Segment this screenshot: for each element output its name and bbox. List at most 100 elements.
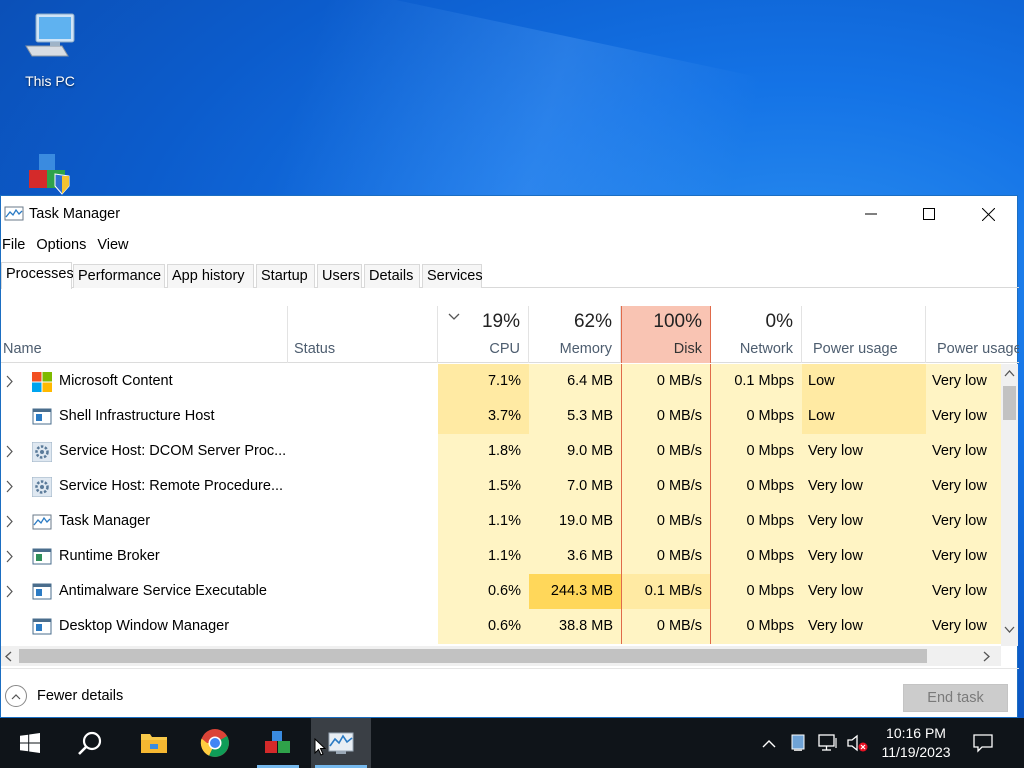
column-label-memory: Memory <box>559 341 612 357</box>
vertical-scrollbar[interactable] <box>1001 364 1018 646</box>
menu-bar: File Options View <box>1 234 139 258</box>
table-row[interactable]: Desktop Window Manager 0.6% 38.8 MB 0 MB… <box>1 609 1001 644</box>
table-row[interactable]: Service Host: Remote Procedure... 1.5% 7… <box>1 469 1001 504</box>
table-row[interactable]: Shell Infrastructure Host 3.7% 5.3 MB 0 … <box>1 399 1001 434</box>
table-row[interactable]: Microsoft Content 7.1% 6.4 MB 0 MB/s 0.1… <box>1 364 1001 399</box>
show-hidden-icons-button[interactable] <box>760 733 778 753</box>
scroll-up-arrow-icon[interactable] <box>1004 369 1015 377</box>
cpu-cell: 3.7% <box>438 399 529 434</box>
power-usage-cell: Low <box>802 364 926 399</box>
disk-total-percent: 100% <box>653 311 702 332</box>
tab-details[interactable]: Details <box>364 264 420 288</box>
tab-services[interactable]: Services <box>422 264 483 288</box>
table-row[interactable]: Runtime Broker 1.1% 3.6 MB 0 MB/s 0 Mbps… <box>1 539 1001 574</box>
network-icon <box>818 734 837 751</box>
horizontal-scrollbar-thumb[interactable] <box>19 649 927 663</box>
end-task-button[interactable]: End task <box>903 684 1008 712</box>
chevron-right-icon[interactable] <box>6 469 18 504</box>
column-header-memory[interactable]: 62% Memory <box>529 306 621 363</box>
action-center-button[interactable] <box>970 733 996 753</box>
disk-cell: 0 MB/s <box>621 609 711 644</box>
column-header-status[interactable]: Status <box>288 306 438 363</box>
vertical-scrollbar-thumb[interactable] <box>1003 386 1016 420</box>
cpu-cell: 1.8% <box>438 434 529 469</box>
memory-cell: 19.0 MB <box>529 504 621 539</box>
chevron-right-icon[interactable] <box>6 434 18 469</box>
network-cell: 0 Mbps <box>711 574 802 609</box>
search-button[interactable] <box>65 718 115 768</box>
minimize-button[interactable] <box>842 196 900 232</box>
process-name: Service Host: Remote Procedure... <box>59 478 284 494</box>
tab-startup[interactable]: Startup <box>256 264 315 288</box>
process-name-cell: Desktop Window Manager <box>1 609 286 644</box>
desktop-icon-app[interactable] <box>10 150 90 199</box>
network-cell: 0 Mbps <box>711 399 802 434</box>
tab-processes[interactable]: Processes <box>1 262 74 289</box>
volume-button[interactable] <box>846 733 868 753</box>
chevron-right-icon[interactable] <box>6 504 18 539</box>
start-button[interactable] <box>5 718 55 768</box>
tab-strip: Processes Performance App history Startu… <box>1 262 1019 289</box>
column-header-name[interactable]: Name <box>1 306 288 363</box>
taskbar-file-explorer[interactable] <box>129 718 179 768</box>
scroll-right-arrow-icon[interactable] <box>983 651 991 662</box>
network-total-percent: 0% <box>765 311 793 332</box>
network-cell: 0 Mbps <box>711 434 802 469</box>
chevron-right-icon[interactable] <box>6 364 18 399</box>
horizontal-scrollbar[interactable] <box>1 646 1001 666</box>
taskbar-chrome[interactable] <box>190 718 240 768</box>
file-explorer-icon <box>141 734 167 753</box>
menu-view[interactable]: View <box>96 234 134 258</box>
column-label-disk: Disk <box>673 341 702 357</box>
power-usage-cell: Very low <box>802 539 926 574</box>
disk-cell: 0 MB/s <box>621 434 711 469</box>
network-cell: 0 Mbps <box>711 539 802 574</box>
chevron-right-icon[interactable] <box>6 574 18 609</box>
scroll-left-arrow-icon[interactable] <box>4 651 12 662</box>
column-header-power-usage[interactable]: Power usage <box>802 306 926 363</box>
close-button[interactable] <box>959 196 1017 232</box>
title-bar[interactable]: Task Manager <box>1 196 1017 232</box>
tab-users[interactable]: Users <box>317 264 362 288</box>
cpu-cell: 0.6% <box>438 574 529 609</box>
close-icon <box>981 207 995 221</box>
table-row[interactable]: Service Host: DCOM Server Proc... 1.8% 9… <box>1 434 1001 469</box>
desktop-icon-this-pc[interactable]: This PC <box>10 12 90 89</box>
tab-app-history[interactable]: App history <box>167 264 254 288</box>
menu-options[interactable]: Options <box>35 234 92 258</box>
chevron-up-icon <box>762 739 776 747</box>
tray-app-button[interactable] <box>789 733 807 753</box>
column-label-network: Network <box>739 341 793 357</box>
fewer-details-button[interactable]: Fewer details <box>5 685 123 707</box>
network-cell: 0 Mbps <box>711 469 802 504</box>
clock-time: 10:16 PM <box>886 725 946 741</box>
power-trend-cell: Very low <box>926 539 1001 574</box>
cpu-cell: 7.1% <box>438 364 529 399</box>
menu-file[interactable]: File <box>1 234 31 258</box>
minimize-icon <box>865 213 877 215</box>
scroll-down-arrow-icon[interactable] <box>1004 626 1015 634</box>
tab-performance[interactable]: Performance <box>73 264 165 288</box>
disk-cell: 0 MB/s <box>621 469 711 504</box>
task-manager-icon <box>32 514 52 530</box>
column-header-network[interactable]: 0% Network <box>711 306 802 363</box>
column-header-power-usage-trend[interactable]: Power usage <box>926 306 1019 363</box>
column-header-disk[interactable]: 100% Disk <box>621 306 711 363</box>
maximize-button[interactable] <box>900 196 958 232</box>
column-header-row: Name Status 19% CPU 62% Memory 100% Disk… <box>1 306 1019 363</box>
table-row[interactable]: Antimalware Service Executable 0.6% 244.… <box>1 574 1001 609</box>
clock[interactable]: 10:16 PM 11/19/2023 <box>870 724 962 762</box>
memory-cell: 3.6 MB <box>529 539 621 574</box>
column-header-cpu[interactable]: 19% CPU <box>438 306 529 363</box>
chrome-icon <box>200 729 229 757</box>
table-row[interactable]: Task Manager 1.1% 19.0 MB 0 MB/s 0 Mbps … <box>1 504 1001 539</box>
process-name: Service Host: DCOM Server Proc... <box>59 443 286 459</box>
window-icon <box>32 583 52 600</box>
disk-cell: 0 MB/s <box>621 504 711 539</box>
disk-cell: 0 MB/s <box>621 364 711 399</box>
process-name: Microsoft Content <box>59 373 173 389</box>
taskbar-app-blocks[interactable] <box>253 718 303 768</box>
disk-cell: 0 MB/s <box>621 539 711 574</box>
network-status-button[interactable] <box>818 733 840 753</box>
chevron-right-icon[interactable] <box>6 539 18 574</box>
